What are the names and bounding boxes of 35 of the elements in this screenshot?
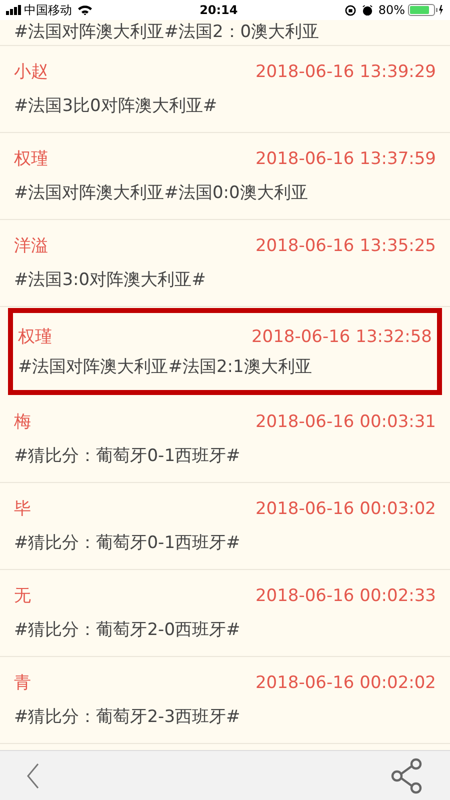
post-text: #法国对阵澳大利亚#法国0:0澳大利亚 bbox=[14, 182, 309, 205]
battery-icon bbox=[408, 4, 444, 16]
post-time: 2018-06-16 00:02:33 bbox=[255, 585, 436, 608]
author-name: 权瑾 bbox=[14, 148, 48, 171]
post-text: #法国对阵澳大利亚#法国2：0澳大利亚 bbox=[14, 22, 320, 42]
post-text: #猜比分：葡萄牙2-0西班牙# bbox=[14, 619, 242, 642]
battery-percent: 80% bbox=[378, 2, 405, 19]
post-time: 2018-06-16 13:37:59 bbox=[255, 148, 436, 171]
back-icon[interactable] bbox=[26, 762, 40, 788]
author-name: 毕 bbox=[14, 498, 31, 521]
post-text: #法国3比0对阵澳大利亚# bbox=[14, 95, 218, 118]
post-text: #法国对阵澳大利亚#法国2:1澳大利亚 bbox=[18, 356, 313, 378]
post-text: #法国3:0对阵澳大利亚# bbox=[14, 269, 207, 292]
post-time: 2018-06-16 00:03:02 bbox=[255, 498, 436, 521]
author-name: 权瑾 bbox=[18, 326, 52, 348]
signal-icon bbox=[6, 5, 22, 15]
alarm-icon bbox=[362, 4, 374, 16]
post-text: #猜比分：葡萄牙2-3西班牙# bbox=[14, 706, 242, 729]
post-time: 2018-06-16 00:03:31 bbox=[255, 411, 436, 434]
carrier-name: 中国移动 bbox=[24, 2, 72, 19]
clock-time: 20:14 bbox=[198, 2, 239, 19]
post-time: 2018-06-16 00:02:02 bbox=[255, 672, 436, 695]
post-text: #猜比分：葡萄牙0-1西班牙# bbox=[14, 532, 242, 555]
author-name: 梅 bbox=[14, 411, 31, 434]
rotation-lock-icon bbox=[345, 4, 356, 16]
post-time: 2018-06-16 13:35:25 bbox=[255, 235, 436, 258]
author-name: 小赵 bbox=[14, 61, 48, 84]
author-name: 无 bbox=[14, 585, 31, 608]
author-name: 青 bbox=[14, 672, 31, 695]
post-time: 2018-06-16 13:32:58 bbox=[251, 326, 432, 348]
post-text: #猜比分：葡萄牙0-1西班牙# bbox=[14, 445, 242, 468]
share-icon[interactable] bbox=[390, 758, 424, 794]
wifi-icon bbox=[78, 5, 92, 15]
post-time: 2018-06-16 13:39:29 bbox=[255, 61, 436, 84]
author-name: 洋溢 bbox=[14, 235, 48, 258]
